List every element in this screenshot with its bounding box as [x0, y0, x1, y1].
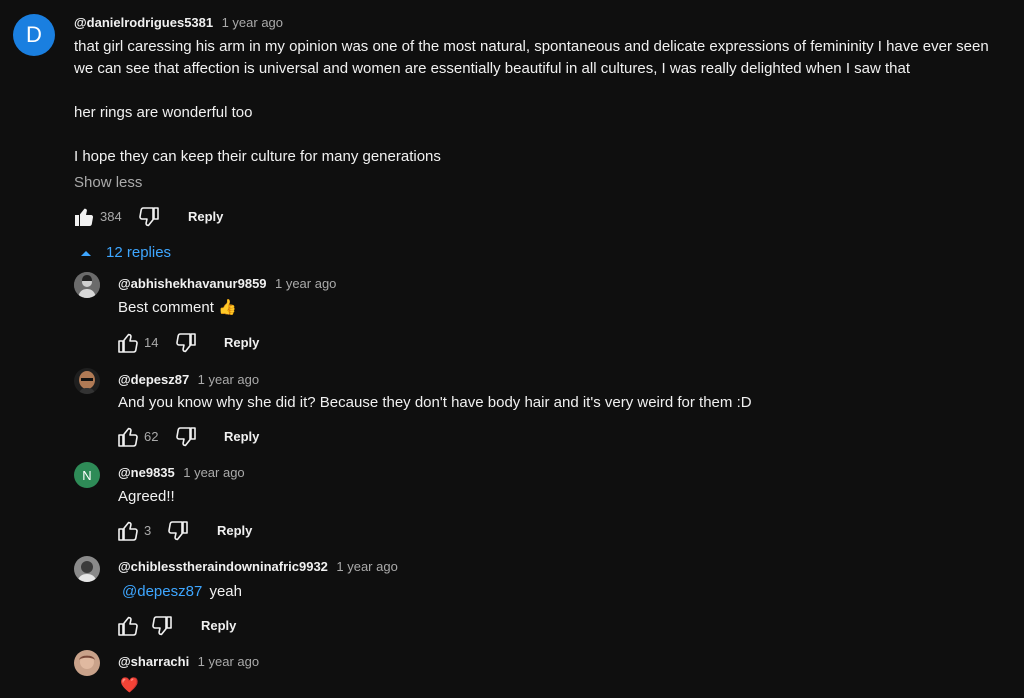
reply-button[interactable]: Reply [224, 429, 259, 444]
avatar[interactable]: D [13, 14, 55, 56]
like-icon[interactable] [116, 331, 140, 355]
avatar-letter: D [26, 22, 42, 47]
reply-header: @chiblesstheraindowninafric9932 1 year a… [118, 558, 398, 576]
author-handle[interactable]: @ne9835 [118, 465, 175, 480]
reply-text: Best comment 👍 [118, 299, 237, 316]
dislike-icon[interactable] [137, 205, 161, 229]
reply-header: @ne9835 1 year ago [118, 464, 245, 482]
comment-line: I hope they can keep their culture for m… [74, 148, 441, 165]
comment-line: we can see that affection is universal a… [74, 60, 911, 77]
reply-body: yeah [209, 583, 242, 600]
reply-header: @depesz87 1 year ago [118, 371, 259, 389]
avatar[interactable]: N [74, 462, 100, 488]
author-handle[interactable]: @chiblesstheraindowninafric9932 [118, 559, 328, 574]
dislike-icon[interactable] [166, 519, 190, 543]
reply-text: @depesz87 yeah [122, 581, 242, 603]
like-icon[interactable] [116, 519, 140, 543]
heart-emoji: ❤️ [120, 677, 139, 694]
mention-link[interactable]: @depesz87 [122, 583, 202, 600]
timestamp[interactable]: 1 year ago [198, 654, 259, 669]
author-handle[interactable]: @sharrachi [118, 654, 189, 669]
timestamp[interactable]: 1 year ago [183, 465, 244, 480]
like-count: 3 [144, 523, 152, 538]
timestamp[interactable]: 1 year ago [275, 276, 336, 291]
author-handle[interactable]: @danielrodrigues5381 [74, 15, 213, 30]
avatar[interactable] [74, 556, 100, 582]
timestamp[interactable]: 1 year ago [198, 372, 259, 387]
caret-up-icon [80, 248, 92, 258]
like-icon[interactable] [116, 425, 140, 449]
replies-count-label: 12 replies [106, 244, 172, 261]
avatar-letter: N [82, 467, 92, 483]
timestamp[interactable]: 1 year ago [222, 15, 283, 30]
reply-button[interactable]: Reply [201, 618, 236, 633]
like-count: 384 [100, 209, 122, 224]
comment-header: @danielrodrigues5381 1 year ago [74, 14, 283, 32]
author-handle[interactable]: @depesz87 [118, 372, 189, 387]
like-count: 62 [144, 429, 159, 444]
dislike-icon[interactable] [174, 331, 198, 355]
like-filled-icon[interactable] [72, 205, 96, 229]
author-handle[interactable]: @abhishekhavanur9859 [118, 276, 267, 291]
reply-button[interactable]: Reply [188, 209, 223, 224]
comment-line: that girl caressing his arm in my opinio… [74, 38, 989, 55]
reply-button[interactable]: Reply [217, 523, 252, 538]
reply-text: Agreed!! [118, 488, 175, 505]
reply-header: @sharrachi 1 year ago [118, 653, 259, 671]
reply-text: And you know why she did it? Because the… [118, 394, 752, 411]
avatar[interactable] [74, 368, 100, 394]
dislike-icon[interactable] [150, 614, 174, 638]
like-icon[interactable] [116, 614, 140, 638]
avatar[interactable] [74, 650, 100, 676]
timestamp[interactable]: 1 year ago [336, 559, 397, 574]
replies-toggle[interactable]: 12 replies [80, 244, 171, 261]
comment-line: her rings are wonderful too [74, 104, 253, 121]
dislike-icon[interactable] [174, 425, 198, 449]
reply-header: @abhishekhavanur9859 1 year ago [118, 275, 336, 293]
like-count: 14 [144, 335, 159, 350]
show-less-link[interactable]: Show less [74, 172, 142, 194]
reply-button[interactable]: Reply [224, 335, 259, 350]
avatar[interactable] [74, 272, 100, 298]
